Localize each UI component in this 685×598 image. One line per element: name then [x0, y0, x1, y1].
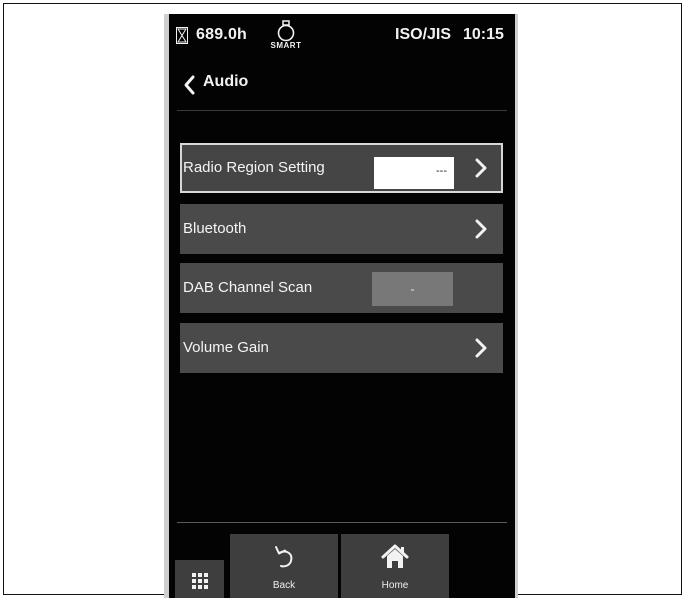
home-label: Home [381, 580, 409, 591]
hour-meter: 689.0h [196, 26, 248, 43]
back-label: Back [272, 580, 296, 591]
volume-gain-row[interactable]: Volume Gain [180, 323, 503, 373]
page-title: Audio [203, 73, 249, 90]
hourglass-icon [176, 27, 188, 44]
dab-channel-scan-row[interactable]: DAB Channel Scan - [180, 263, 503, 313]
display-screen: 689.0h SMART ISO/JIS 10:15 Audio Radio R… [169, 14, 515, 598]
radio-region-value: --- [374, 157, 454, 189]
smart-label: SMART [270, 41, 302, 50]
bluetooth-label: Bluetooth [183, 220, 247, 237]
radio-region-label: Radio Region Setting [183, 159, 325, 176]
status-bar: 689.0h SMART ISO/JIS 10:15 [169, 14, 515, 60]
chevron-left-icon [184, 75, 195, 95]
chevron-right-icon [475, 219, 487, 239]
volume-gain-label: Volume Gain [183, 339, 269, 356]
bluetooth-row[interactable]: Bluetooth [180, 204, 503, 254]
header-divider [177, 110, 507, 111]
dab-channel-scan-label: DAB Channel Scan [183, 279, 313, 296]
dab-channel-scan-value: - [372, 272, 453, 306]
home-button[interactable]: Home [341, 534, 449, 598]
smart-key-icon [277, 20, 295, 42]
chevron-right-icon [475, 338, 487, 358]
home-icon [381, 544, 409, 568]
apps-menu-button[interactable] [175, 560, 224, 598]
smart-key-indicator: SMART [259, 20, 313, 56]
back-button[interactable]: Back [230, 534, 338, 598]
radio-region-setting-row[interactable]: Radio Region Setting --- [180, 143, 503, 193]
chevron-right-icon [475, 158, 487, 178]
standard-indicator: ISO/JIS [395, 26, 452, 43]
back-to-parent-button[interactable]: Audio [169, 64, 515, 112]
undo-arrow-icon [275, 546, 293, 568]
clock: 10:15 [463, 26, 504, 43]
grid-icon [192, 573, 208, 589]
footer-divider [177, 522, 507, 523]
